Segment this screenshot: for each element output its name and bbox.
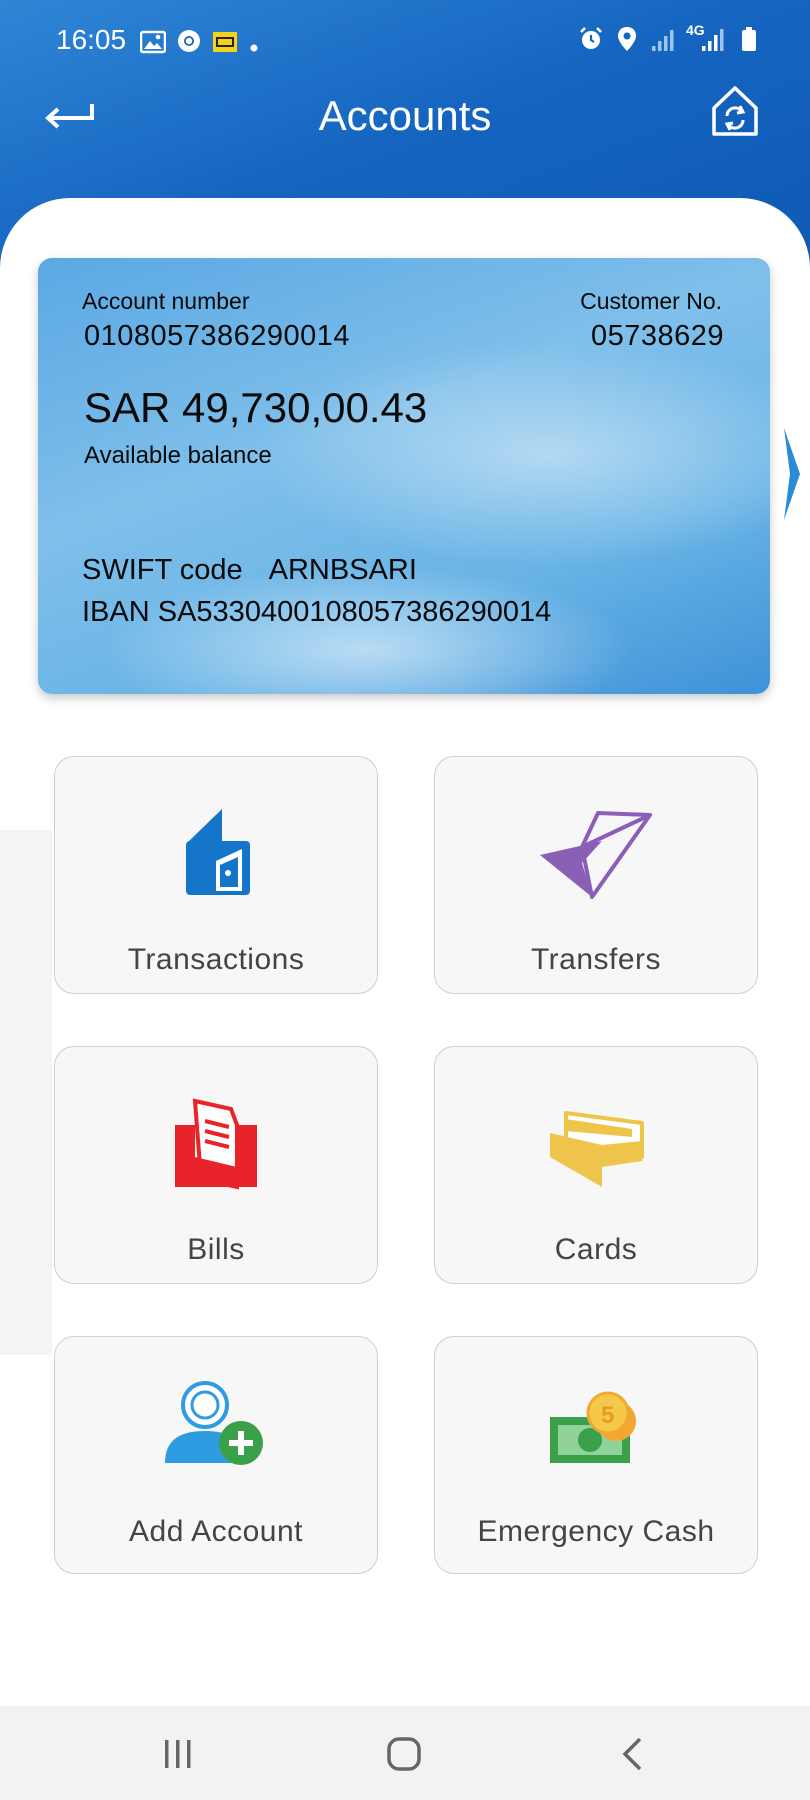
dot-icon (248, 29, 260, 61)
network-type-label: 4G (686, 22, 705, 38)
home-nav-button[interactable] (374, 1732, 434, 1776)
svg-text:5: 5 (601, 1402, 614, 1429)
cards-button[interactable]: Cards (434, 1046, 758, 1284)
page-title: Accounts (318, 92, 492, 139)
customer-number-label: Customer No. (580, 288, 722, 314)
home-refresh-icon (712, 86, 758, 136)
system-nav-bar (0, 1706, 810, 1800)
account-number-label: Account number (82, 288, 250, 314)
chrome-icon (176, 28, 202, 61)
add-account-label: Add Account (129, 1515, 303, 1548)
next-account-button[interactable] (780, 424, 804, 524)
chevron-right-icon (784, 428, 800, 520)
swift-row: SWIFT code ARNBSARI (82, 554, 417, 587)
add-user-icon (165, 1381, 263, 1465)
recents-icon (165, 1740, 191, 1768)
signal-icon (650, 27, 676, 59)
back-nav-button[interactable] (602, 1732, 662, 1776)
add-account-button[interactable]: Add Account (54, 1336, 378, 1574)
cash-coins-icon: 5 (550, 1391, 636, 1463)
transactions-button[interactable]: Transactions (54, 756, 378, 994)
bills-label: Bills (187, 1233, 245, 1266)
4g-signal-icon: 4G (686, 22, 728, 59)
alarm-icon (578, 26, 604, 59)
home-button[interactable] (710, 84, 766, 144)
location-icon (616, 26, 638, 59)
sim-card-icon (212, 29, 238, 61)
cards-folder-icon (550, 1111, 644, 1187)
status-time: 16:05 (56, 24, 127, 55)
home-circle-icon (387, 1737, 421, 1771)
app-header: Accounts (0, 84, 810, 184)
back-chevron-icon (622, 1737, 642, 1771)
transactions-label: Transactions (127, 943, 305, 976)
wallet-icon (186, 809, 250, 895)
account-card[interactable]: Account number 0108057386290014 Customer… (38, 258, 770, 694)
transfers-label: Transfers (530, 943, 662, 976)
bills-button[interactable]: Bills (54, 1046, 378, 1284)
transfers-button[interactable]: Transfers (434, 756, 758, 994)
cards-label: Cards (554, 1233, 638, 1266)
balance-amount: SAR 49,730,00.43 (84, 384, 428, 431)
swift-label: SWIFT code (82, 554, 243, 586)
status-bar: 16:05 4G (0, 0, 810, 84)
bills-icon (175, 1098, 257, 1190)
battery-icon (740, 26, 758, 59)
iban: IBAN SA5330400108057386290014 (82, 596, 552, 628)
swift-code: ARNBSARI (268, 554, 417, 586)
customer-number: 05738629 (590, 320, 724, 352)
recents-button[interactable] (148, 1732, 208, 1776)
balance-label: Available balance (84, 442, 272, 469)
image-icon (139, 29, 167, 61)
emergency-cash-button[interactable]: 5 Emergency Cash (434, 1336, 758, 1574)
account-number: 0108057386290014 (84, 320, 351, 352)
panel-shade (0, 830, 52, 1355)
paper-plane-icon (540, 811, 652, 899)
emergency-cash-label: Emergency Cash (477, 1515, 715, 1548)
